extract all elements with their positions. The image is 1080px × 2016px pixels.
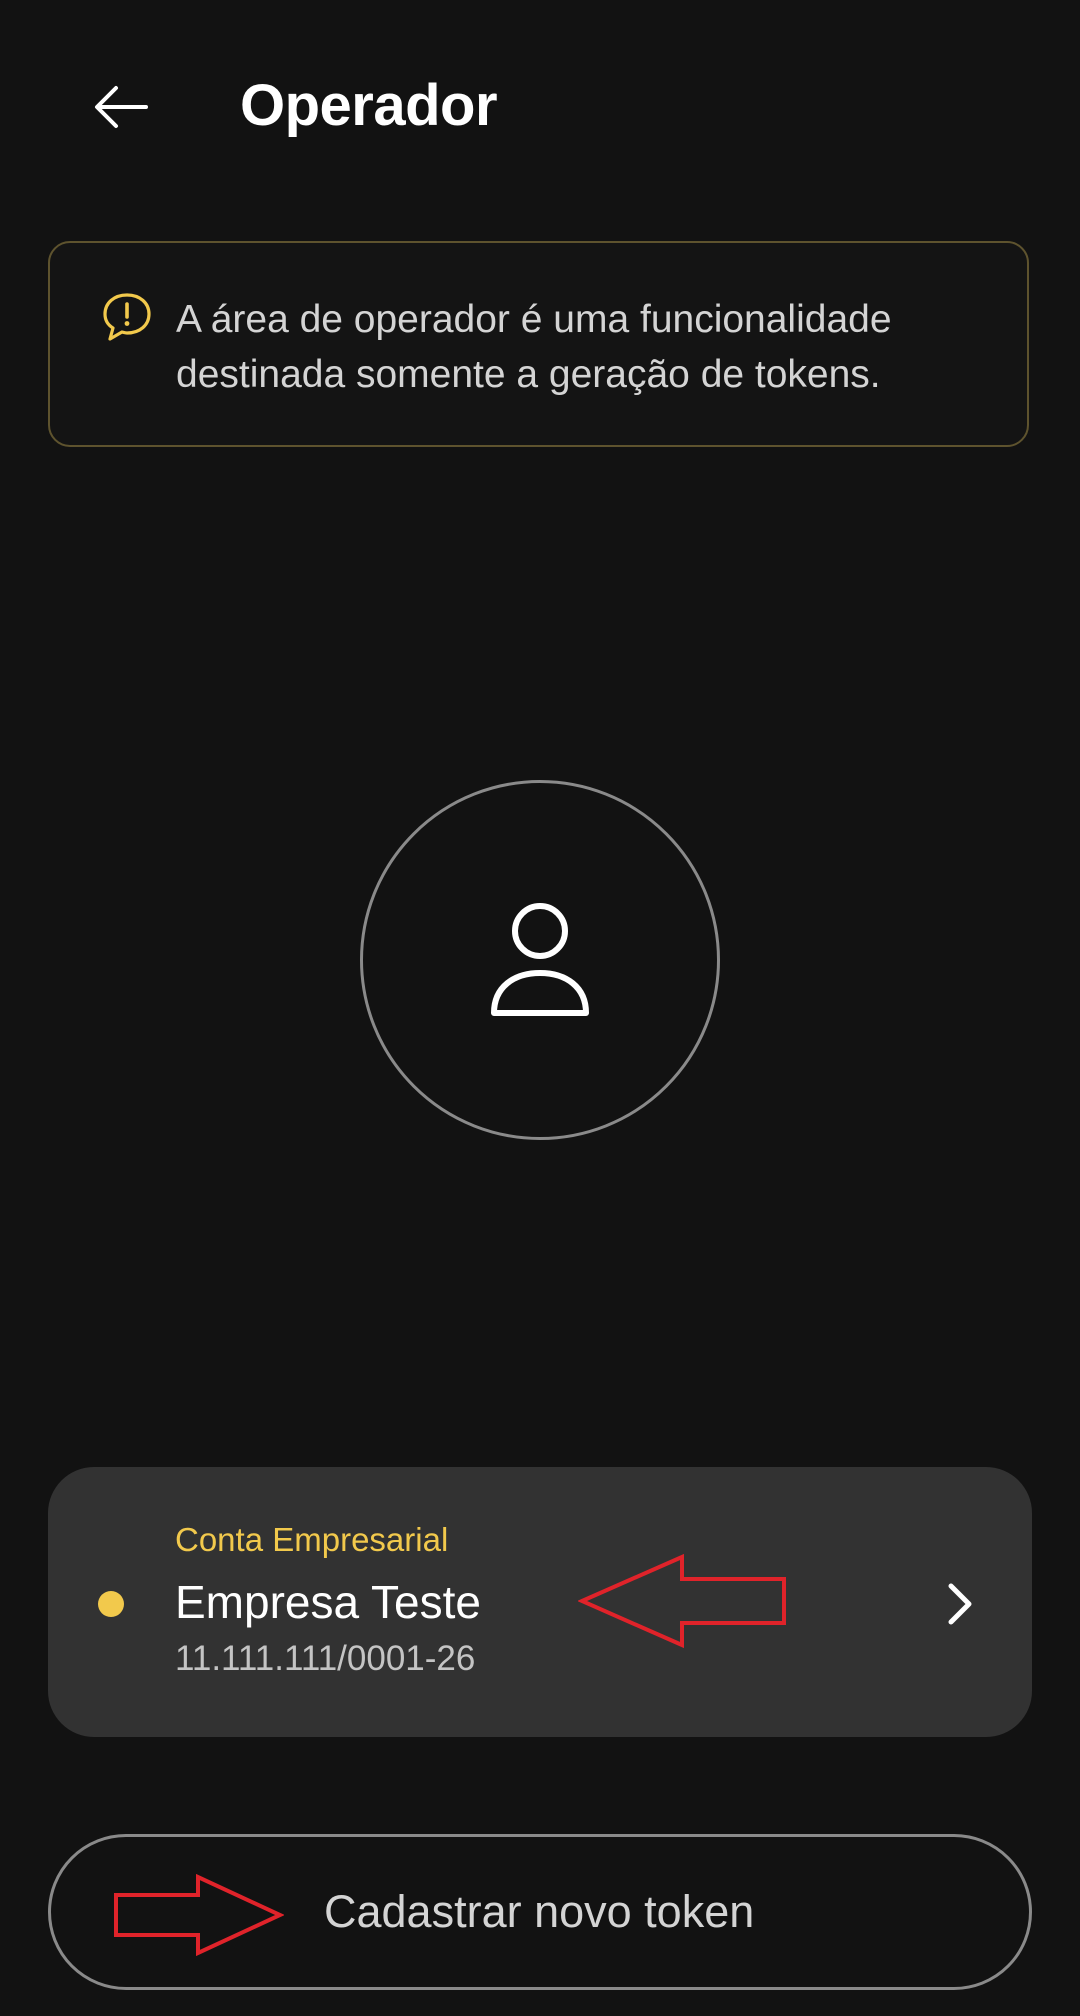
back-button[interactable]: [80, 66, 162, 148]
annotation-arrow-right-icon: [114, 1874, 284, 1956]
arrow-left-icon: [95, 86, 148, 128]
user-icon: [491, 903, 589, 1016]
avatar: [360, 780, 720, 1140]
status-dot: [98, 1591, 124, 1617]
page-title: Operador: [240, 73, 498, 138]
register-token-label: Cadastrar novo token: [324, 1886, 755, 1937]
account-name: Empresa Teste: [175, 1576, 481, 1628]
alert-message-icon: [103, 293, 151, 341]
info-text: A área de operador é uma funcionalidade …: [176, 298, 892, 396]
chevron-right-icon[interactable]: [940, 1580, 980, 1628]
account-id: 11.111.111/0001-26: [175, 1639, 476, 1678]
account-type: Conta Empresarial: [175, 1521, 449, 1558]
annotation-arrow-left-icon: [578, 1553, 786, 1649]
